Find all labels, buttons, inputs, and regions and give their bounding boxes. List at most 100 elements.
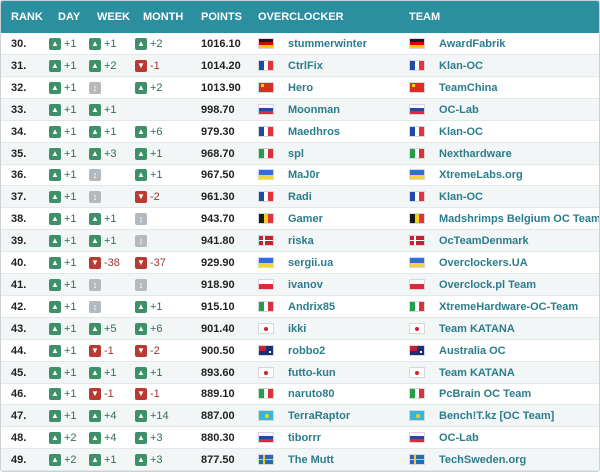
team-link[interactable]: OC-Lab (439, 99, 479, 121)
arrow-up-icon: ▲ (49, 81, 61, 94)
team-flag-icon (409, 300, 425, 312)
team-flag-icon (409, 278, 425, 290)
week-change-value: -1 (104, 388, 114, 401)
arrow-up-icon: ▲ (49, 257, 61, 269)
overclocker-link[interactable]: tiborrr (288, 427, 321, 449)
day-change: ▲ +1 (49, 296, 77, 318)
arrow-down-icon: ▼ (135, 344, 147, 357)
team-link[interactable]: TeamChina (439, 77, 497, 99)
team-link[interactable]: OC-Lab (439, 427, 479, 449)
day-change-value: +1 (64, 257, 77, 269)
overclocker-link[interactable]: futto-kun (288, 362, 336, 384)
rank-value: 32. (11, 81, 27, 94)
header-month[interactable]: MONTH (143, 1, 183, 33)
overclocker-link[interactable]: naruto80 (288, 383, 334, 405)
overclocker-link[interactable]: Radi (288, 186, 312, 208)
header-rank[interactable]: RANK (11, 1, 43, 33)
team-link[interactable]: Nexthardware (439, 143, 512, 165)
month-change-value: -2 (150, 191, 160, 204)
arrow-up-icon: ▲ (89, 103, 101, 116)
overclocker-link[interactable]: TerraRaptor (288, 405, 350, 427)
unchanged-icon: ↕ (135, 213, 147, 226)
week-change-value: +2 (104, 59, 117, 72)
overclocker-link[interactable]: ivanov (288, 274, 323, 296)
day-change-value: +1 (64, 388, 77, 401)
points-value: 1013.90 (201, 81, 241, 94)
week-change: ▲ +1 (89, 99, 117, 121)
team-link[interactable]: Klan-OC (439, 121, 483, 143)
team-link[interactable]: Australia OC (439, 340, 506, 362)
country-flag-icon (258, 38, 274, 49)
overclocker-link[interactable]: Maedhros (288, 121, 340, 143)
country-flag-icon (258, 344, 274, 356)
overclocker-link[interactable]: CtrlFix (288, 55, 323, 77)
team-flag-icon (409, 257, 425, 268)
month-change-value: +6 (150, 322, 163, 335)
header-week[interactable]: WEEK (97, 1, 130, 33)
day-change: ▲ +1 (49, 405, 77, 427)
day-change-value: +1 (64, 300, 77, 313)
overclocker-link[interactable]: spl (288, 143, 304, 165)
team-link[interactable]: Team KATANA (439, 318, 515, 340)
overclocker-link[interactable]: stummerwinter (288, 33, 367, 55)
team-link[interactable]: AwardFabrik (439, 33, 505, 55)
table-header: RANK DAY WEEK MONTH POINTS OVERCLOCKER T… (1, 1, 599, 33)
team-flag-icon (409, 454, 425, 466)
overclocker-link[interactable]: Moonman (288, 99, 340, 121)
arrow-up-icon: ▲ (49, 410, 61, 423)
overclocker-link[interactable]: MaJ0r (288, 164, 320, 186)
team-flag-icon (409, 432, 425, 444)
header-points[interactable]: POINTS (201, 1, 242, 33)
team-link[interactable]: Team KATANA (439, 362, 515, 384)
overclocker-link[interactable]: riska (288, 230, 314, 252)
table-row: 38. ▲ +1 ▲ +1 ↕ 943.70 Gamer Madshrimps Belgium … (1, 208, 599, 231)
month-change: ▲ +3 (135, 449, 163, 471)
day-change-value: +1 (64, 366, 77, 379)
overclocker-link[interactable]: ikki (288, 318, 306, 340)
month-change: ▲ +2 (135, 33, 163, 55)
month-change: ▲ +6 (135, 318, 163, 340)
unchanged-icon: ↕ (89, 300, 101, 313)
team-link[interactable]: PcBrain OC Team (439, 383, 531, 405)
arrow-up-icon: ▲ (49, 454, 61, 467)
overclocker-link[interactable]: Hero (288, 77, 313, 99)
month-change: ↕ (135, 230, 147, 252)
arrow-up-icon: ▲ (49, 322, 61, 335)
month-change: ↕ (135, 208, 147, 230)
rank-value: 48. (11, 432, 27, 445)
team-link[interactable]: Overclock.pl Team (439, 274, 536, 296)
day-change: ▲ +1 (49, 362, 77, 384)
week-change-value: +5 (104, 322, 117, 335)
team-flag-icon (409, 59, 425, 71)
team-link[interactable]: TechSweden.org (439, 449, 526, 471)
team-link[interactable]: Bench!T.kz [OC Team] (439, 405, 554, 427)
overclocker-link[interactable]: sergii.ua (288, 252, 333, 274)
team-link[interactable]: Klan-OC (439, 186, 483, 208)
header-day[interactable]: DAY (58, 1, 80, 33)
overclocker-link[interactable]: Andrix85 (288, 296, 335, 318)
arrow-down-icon: ▼ (89, 257, 101, 269)
unchanged-icon: ↕ (89, 81, 101, 94)
day-change-value: +1 (64, 59, 77, 72)
team-link[interactable]: Overclockers.UA (439, 252, 528, 274)
team-link[interactable]: Madshrimps Belgium OC Team (439, 208, 599, 230)
week-change: ▲ +1 (89, 362, 117, 384)
arrow-up-icon: ▲ (135, 410, 147, 423)
overclocker-link[interactable]: robbo2 (288, 340, 325, 362)
header-overclocker[interactable]: OVERCLOCKER (258, 1, 344, 33)
points-value: 998.70 (201, 103, 235, 116)
day-change-value: +1 (64, 235, 77, 248)
team-link[interactable]: XtremeLabs.org (439, 164, 523, 186)
overclocker-link[interactable]: The Mutt (288, 449, 334, 471)
overclocker-link[interactable]: Gamer (288, 208, 323, 230)
month-change-value: +6 (150, 125, 163, 138)
team-flag-icon (409, 38, 425, 49)
team-link[interactable]: Klan-OC (439, 55, 483, 77)
team-link[interactable]: XtremeHardware-OC-Team (439, 296, 578, 318)
arrow-up-icon: ▲ (135, 147, 147, 160)
team-link[interactable]: OcTeamDenmark (439, 230, 529, 252)
header-team[interactable]: TEAM (409, 1, 440, 33)
rank-value: 30. (11, 38, 27, 50)
arrow-up-icon: ▲ (89, 38, 101, 50)
rank-value: 49. (11, 454, 27, 467)
